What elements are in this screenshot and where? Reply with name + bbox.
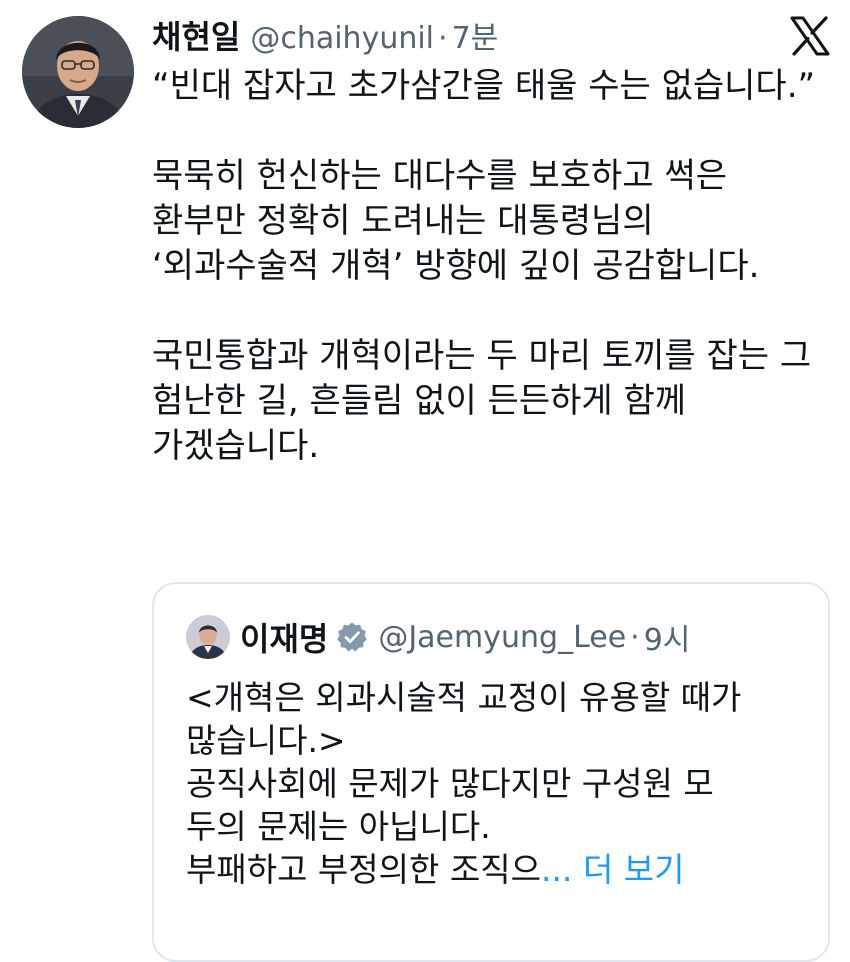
- separator-dot: ·: [438, 21, 448, 56]
- truncation-ellipsis: ...: [540, 850, 573, 889]
- quoted-text-line: <개혁은 외과시술적 교정이 유용할 때가: [186, 678, 742, 717]
- quoted-text-line: 두의 문제는 아닙니다.: [186, 807, 491, 846]
- x-logo-icon[interactable]: [788, 14, 832, 58]
- quoted-tweet-text: <개혁은 외과시술적 교정이 유용할 때가 많습니다.> 공직사회에 문제가 많…: [186, 676, 806, 891]
- quoted-tweet-header: 이재명 @Jaemyung_Lee · 9시: [186, 612, 690, 662]
- author-handle[interactable]: @chaihyunil: [250, 21, 434, 56]
- quoted-author-handle[interactable]: @Jaemyung_Lee: [378, 620, 626, 655]
- separator-dot: ·: [630, 619, 640, 655]
- quoted-text-line: 공직사회에 문제가 많다지만 구성원 모: [186, 764, 714, 803]
- tweet-paragraph: 국민통합과 개혁이라는 두 마리 토끼를 잡는 그 험난한 길, 흔들림 없이 …: [152, 336, 812, 466]
- quoted-text-last-line: 부패하고 부정의한 조직으... 더 보기: [186, 848, 806, 891]
- quoted-author-avatar[interactable]: [186, 615, 230, 659]
- tweet-paragraph: 묵묵히 헌신하는 대다수를 보호하고 썩은 환부만 정확히 도려내는 대통령님의…: [152, 156, 760, 286]
- quoted-author-name[interactable]: 이재명: [240, 614, 328, 660]
- quoted-text-line: 부패하고 부정의한 조직으: [186, 850, 541, 889]
- quoted-text-line: 많습니다.>: [186, 721, 346, 760]
- tweet-paragraph: “빈대 잡자고 초가삼간을 태울 수는 없습니다.”: [152, 66, 816, 106]
- author-name[interactable]: 채현일: [152, 12, 240, 58]
- verified-badge-icon: [336, 621, 368, 653]
- tweet-text: “빈대 잡자고 초가삼간을 태울 수는 없습니다.” 묵묵히 헌신하는 대다수를…: [152, 64, 824, 469]
- show-more-link[interactable]: 더 보기: [583, 850, 685, 889]
- quoted-tweet-timestamp[interactable]: 9시: [644, 615, 691, 659]
- tweet: 채현일 @chaihyunil · 7분 “빈대 잡자고 초가삼간을 태울 수는…: [0, 0, 850, 962]
- tweet-header: 채현일 @chaihyunil · 7분: [152, 12, 498, 58]
- author-avatar[interactable]: [22, 16, 134, 128]
- tweet-timestamp[interactable]: 7분: [452, 13, 499, 57]
- quoted-tweet-card[interactable]: 이재명 @Jaemyung_Lee · 9시 <개혁은 외과시술적 교정이 유용…: [152, 582, 830, 962]
